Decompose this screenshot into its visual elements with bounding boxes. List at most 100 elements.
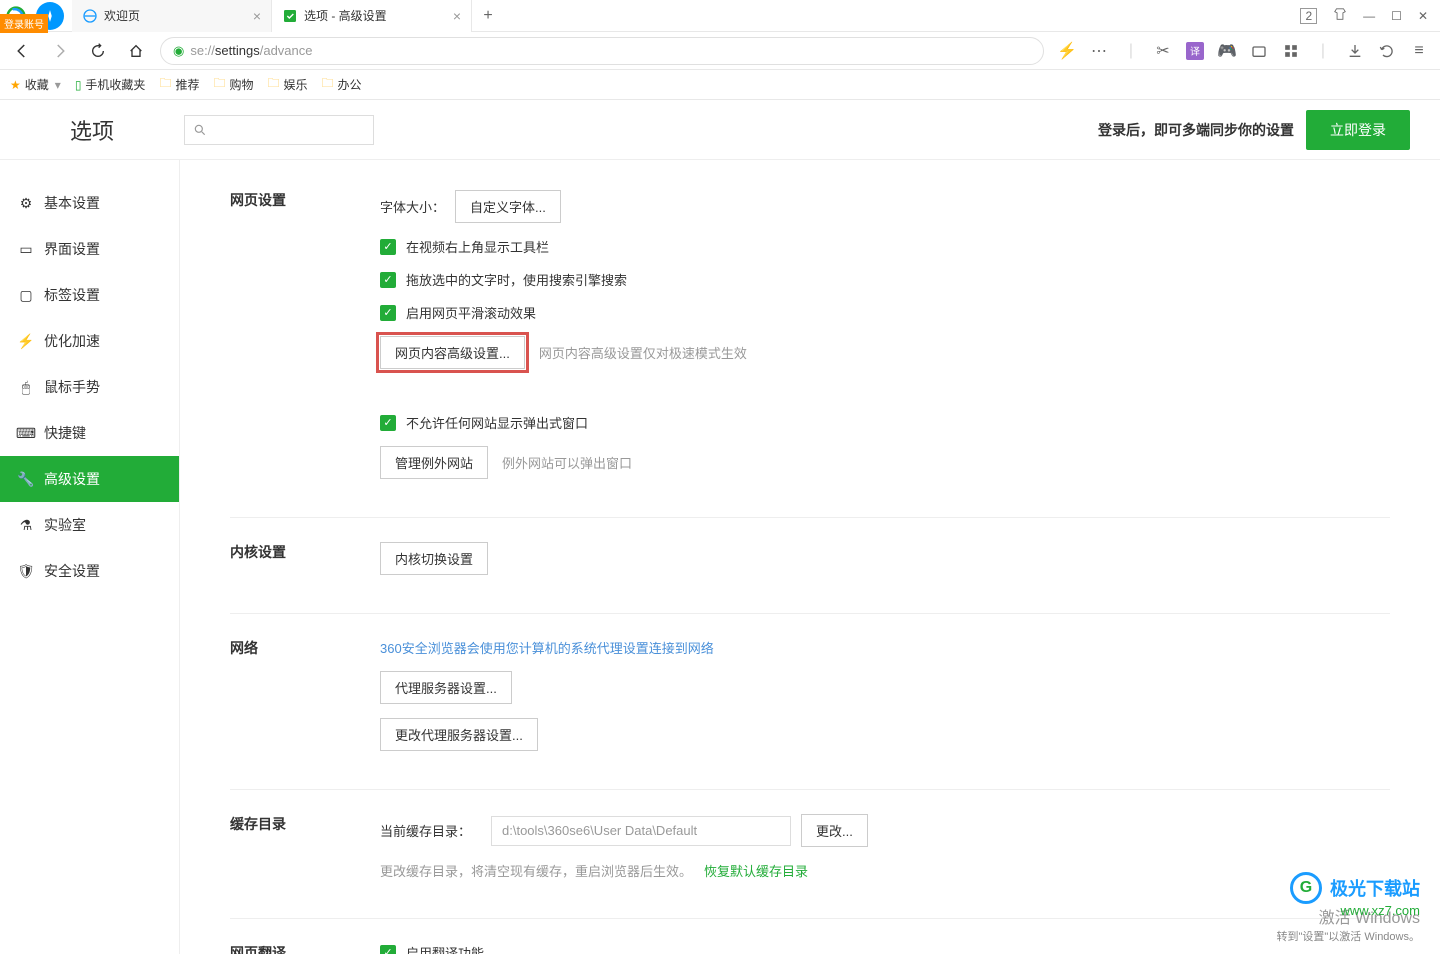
divider: | (1314, 42, 1332, 60)
kernel-switch-button[interactable]: 内核切换设置 (380, 542, 488, 575)
sidebar-item-basic[interactable]: ⚙基本设置 (0, 180, 179, 226)
section-title: 网络 (230, 638, 380, 765)
custom-font-button[interactable]: 自定义字体... (455, 190, 561, 223)
tab-label: 欢迎页 (104, 7, 140, 24)
bm-recommend[interactable]: 🗀推荐 (159, 74, 199, 95)
gear-icon: ⚙ (18, 195, 34, 211)
bolt-icon: ⚡ (18, 333, 34, 349)
chk-label: 在视频右上角显示工具栏 (406, 237, 549, 256)
skin-icon[interactable] (1333, 7, 1347, 24)
section-title: 缓存目录 (230, 814, 380, 894)
sidebar-item-tabs[interactable]: ▢标签设置 (0, 272, 179, 318)
settings-header: 选项 登录后，即可多端同步你的设置 立即登录 (0, 100, 1440, 160)
folder-icon: 🗀 (213, 74, 225, 95)
menu-icon[interactable]: ≡ (1410, 42, 1428, 60)
url-input[interactable]: ◉ se://settings/advance (160, 37, 1044, 65)
grid-icon[interactable] (1282, 42, 1300, 60)
bm-office[interactable]: 🗀办公 (322, 74, 362, 95)
home-icon[interactable] (122, 37, 150, 65)
login-badge[interactable]: 登录账号 (0, 14, 48, 33)
close-icon[interactable]: × (253, 8, 261, 24)
wallet-icon[interactable] (1250, 42, 1268, 60)
sidebar-item-ui[interactable]: ▭界面设置 (0, 226, 179, 272)
checkbox[interactable]: ✓ (380, 305, 396, 321)
section-page: 网页设置 字体大小：自定义字体... ✓在视频右上角显示工具栏 ✓拖放选中的文字… (230, 190, 1390, 518)
section-kernel: 内核设置 内核切换设置 (230, 518, 1390, 614)
tabs: 欢迎页 × 选项 - 高级设置 × + (72, 0, 1288, 32)
minimize-icon[interactable]: — (1363, 9, 1375, 23)
reload-icon[interactable] (84, 37, 112, 65)
advanced-content-button[interactable]: 网页内容高级设置... (380, 336, 525, 369)
counter-icon[interactable]: 2 (1300, 8, 1317, 24)
manage-exception-button[interactable]: 管理例外网站 (380, 446, 488, 479)
download-icon[interactable] (1346, 42, 1364, 60)
lightning-icon[interactable]: ⚡ (1058, 42, 1076, 60)
tab-settings[interactable]: 选项 - 高级设置 × (272, 0, 472, 32)
change-proxy-button[interactable]: 更改代理服务器设置... (380, 718, 538, 751)
folder-icon: 🗀 (268, 74, 280, 95)
sidebar-item-advanced[interactable]: 🔧高级设置 (0, 456, 179, 502)
search-input[interactable] (184, 115, 374, 145)
scissors-icon[interactable]: ✂ (1154, 42, 1172, 60)
cache-path-input[interactable] (491, 816, 791, 846)
checkbox[interactable]: ✓ (380, 415, 396, 431)
page-title: 选项 (70, 114, 114, 146)
restore-cache-link[interactable]: 恢复默认缓存目录 (704, 861, 808, 880)
url-mid: settings (215, 43, 260, 58)
cache-hint: 更改缓存目录，将清空现有缓存，重启浏览器后生效。 (380, 861, 692, 880)
sidebar-item-lab[interactable]: ⚗实验室 (0, 502, 179, 548)
folder-icon: 🗀 (322, 74, 334, 95)
close-window-icon[interactable]: ✕ (1418, 9, 1428, 23)
login-button[interactable]: 立即登录 (1306, 110, 1410, 150)
undo-icon[interactable] (1378, 42, 1396, 60)
checkbox[interactable]: ✓ (380, 945, 396, 954)
checkbox[interactable]: ✓ (380, 239, 396, 255)
hint: 例外网站可以弹出窗口 (502, 453, 632, 472)
proxy-button[interactable]: 代理服务器设置... (380, 671, 512, 704)
site-url: www.xz7.com (1341, 903, 1420, 918)
translate-icon[interactable]: 译 (1186, 42, 1204, 60)
window-icon: ▭ (18, 241, 34, 257)
title-bar: 登录账号 欢迎页 × 选项 - 高级设置 × + 2 — ☐ ✕ (0, 0, 1440, 32)
divider: | (1122, 42, 1140, 60)
checkbox[interactable]: ✓ (380, 272, 396, 288)
back-icon[interactable] (8, 37, 36, 65)
sidebar-item-speed[interactable]: ⚡优化加速 (0, 318, 179, 364)
section-translate: 网页翻译 ✓启用翻译功能 取消勾选后打开外文网站时不会进行提醒和自动翻译 (230, 919, 1390, 954)
url-suffix: /advance (260, 43, 313, 58)
font-label: 字体大小： (380, 197, 445, 216)
chk-label: 拖放选中的文字时，使用搜索引擎搜索 (406, 270, 627, 289)
maximize-icon[interactable]: ☐ (1391, 9, 1402, 23)
toolbar-right: ⚡ ⋯ | ✂ 译 🎮 | ≡ (1054, 42, 1432, 60)
keyboard-icon: ⌨ (18, 425, 34, 441)
change-cache-button[interactable]: 更改... (801, 814, 868, 847)
phone-icon: ▯ (75, 78, 82, 92)
site-watermark: G 极光下载站 (1290, 872, 1420, 904)
folder-icon: 🗀 (159, 74, 171, 95)
close-icon[interactable]: × (453, 8, 461, 24)
hint: 网页内容高级设置仅对极速模式生效 (539, 343, 747, 362)
star-icon: ★ (10, 78, 21, 92)
sidebar-item-shortcut[interactable]: ⌨快捷键 (0, 410, 179, 456)
mouse-icon: 🖱 (18, 379, 34, 395)
bm-favorites[interactable]: ★收藏▾ (10, 76, 61, 93)
logo-icon: G (1290, 872, 1322, 904)
bm-shopping[interactable]: 🗀购物 (213, 74, 253, 95)
sidebar-item-mouse[interactable]: 🖱鼠标手势 (0, 364, 179, 410)
ie-icon (82, 8, 98, 24)
more-icon[interactable]: ⋯ (1090, 42, 1108, 60)
bm-mobile[interactable]: ▯手机收藏夹 (75, 76, 146, 93)
sync-hint: 登录后，即可多端同步你的设置 (1098, 120, 1294, 140)
sidebar-item-security[interactable]: 🛡安全设置 (0, 548, 179, 594)
section-title: 内核设置 (230, 542, 380, 589)
bm-entertainment[interactable]: 🗀娱乐 (268, 74, 308, 95)
tab-welcome[interactable]: 欢迎页 × (72, 0, 272, 32)
new-tab-button[interactable]: + (472, 0, 504, 32)
lock-icon: ◉ (173, 43, 184, 59)
tab-label: 选项 - 高级设置 (304, 7, 387, 24)
main-panel: 网页设置 字体大小：自定义字体... ✓在视频右上角显示工具栏 ✓拖放选中的文字… (180, 160, 1440, 954)
section-title: 网页翻译 (230, 943, 380, 954)
game-icon[interactable]: 🎮 (1218, 42, 1236, 60)
forward-icon[interactable] (46, 37, 74, 65)
search-icon (193, 123, 207, 137)
